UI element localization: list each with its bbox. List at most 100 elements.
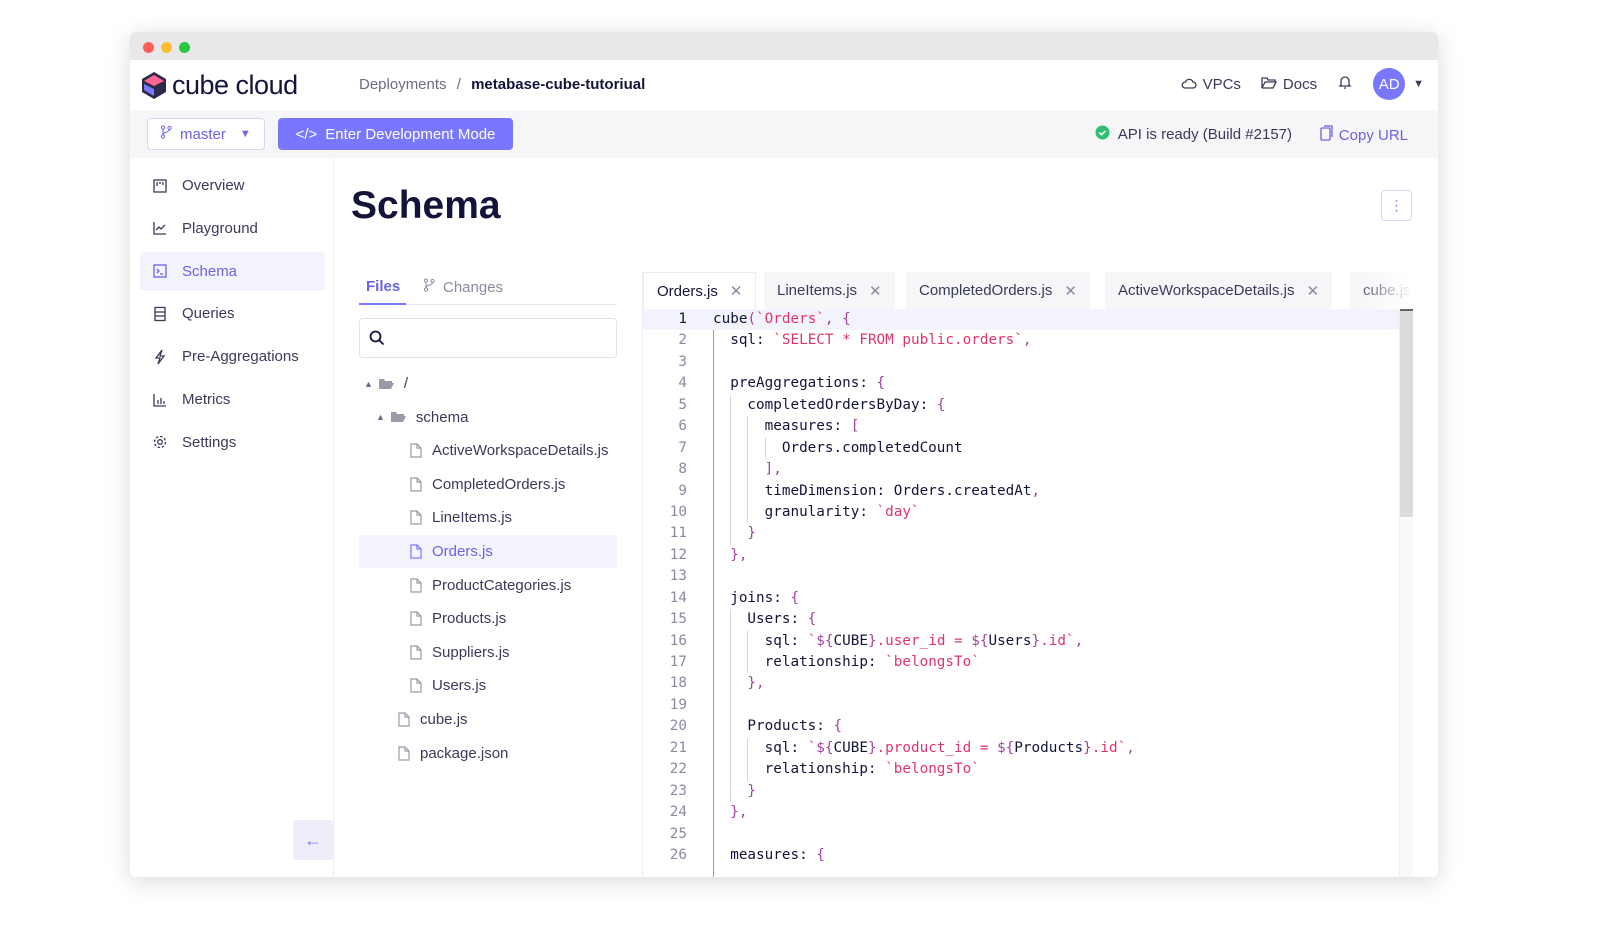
- code-line: 3: [643, 352, 1399, 373]
- editor-tab[interactable]: CompletedOrders.js ✕: [906, 272, 1090, 309]
- code-token: relationship:: [713, 761, 886, 778]
- code-line: 5 completedOrdersByDay: {: [643, 394, 1399, 417]
- chart-line-icon: [152, 220, 168, 236]
- line-number: 1: [678, 311, 687, 327]
- code-text: cube(`Orders`, {: [713, 309, 851, 330]
- sidebar-item-pre-aggregations[interactable]: Pre-Aggregations: [140, 337, 325, 376]
- page-title: Schema: [351, 184, 501, 227]
- code-token: sql:: [713, 332, 774, 349]
- folder-item[interactable]: ▲ /: [359, 367, 617, 400]
- code-text: Orders.completedCount: [713, 438, 963, 459]
- file-icon: [410, 611, 422, 626]
- docs-link[interactable]: Docs: [1261, 76, 1317, 93]
- tree-item-label: /: [403, 375, 409, 392]
- file-icon: [410, 477, 422, 492]
- editor-tab-label: CompletedOrders.js: [919, 282, 1053, 299]
- code-area[interactable]: 1 cube(`Orders`, {2 sql: `SELECT * FROM p…: [643, 309, 1399, 877]
- code-text: sql: `${CUBE}.user_id = ${Users}.id`,: [713, 631, 1084, 652]
- code-token: `day`: [876, 503, 920, 520]
- tree-item-label: Products.js: [432, 610, 507, 628]
- close-tab-icon[interactable]: ✕: [730, 282, 743, 300]
- breadcrumb-deployments[interactable]: Deployments: [359, 76, 447, 93]
- brand-logo[interactable]: cube cloud: [142, 70, 298, 101]
- code-text: completedOrdersByDay: {: [713, 395, 945, 416]
- copy-url-button[interactable]: Copy URL: [1320, 125, 1408, 145]
- editor-scrollbar[interactable]: [1399, 309, 1413, 877]
- app-window: cube cloud Deployments / metabase-cube-t…: [130, 32, 1438, 877]
- breadcrumb-separator: /: [456, 76, 461, 93]
- file-item[interactable]: Orders.js: [359, 535, 617, 568]
- code-line: 20 Products: {: [643, 716, 1399, 738]
- avatar[interactable]: AD: [1373, 68, 1406, 100]
- vpcs-link[interactable]: VPCs: [1181, 76, 1241, 93]
- code-token: cube: [713, 311, 748, 327]
- minimize-window-button[interactable]: [161, 42, 172, 53]
- file-item[interactable]: ProductCategories.js: [359, 569, 617, 602]
- close-window-button[interactable]: [143, 42, 154, 53]
- close-tab-icon[interactable]: ✕: [869, 282, 882, 300]
- sidebar-item-settings[interactable]: Settings: [140, 423, 325, 462]
- caret-up-icon[interactable]: ▲: [364, 379, 373, 389]
- code-line: 21 sql: `${CUBE}.product_id = ${Products…: [643, 737, 1399, 760]
- tab-changes[interactable]: Changes: [423, 278, 503, 296]
- code-token: `belongsTo`: [885, 761, 980, 778]
- more-options-button[interactable]: ⋮: [1381, 190, 1412, 221]
- close-tab-icon[interactable]: ✕: [1064, 282, 1077, 300]
- code-token: (: [747, 311, 757, 327]
- collapse-sidebar-button[interactable]: ←: [293, 820, 333, 860]
- sidebar-item-playground[interactable]: Playground: [140, 209, 325, 248]
- editor-tab[interactable]: ActiveWorkspaceDetails.js ✕: [1105, 272, 1333, 309]
- branch-select[interactable]: master ▼: [147, 118, 265, 150]
- bell-icon[interactable]: [1337, 74, 1353, 94]
- file-item[interactable]: package.json: [359, 737, 617, 770]
- code-line: 8 ],: [643, 459, 1399, 481]
- sidebar-item-label: Playground: [182, 219, 258, 237]
- enter-development-mode-button[interactable]: </> Enter Development Mode: [278, 118, 513, 150]
- folder-item[interactable]: ▲ schema: [359, 401, 617, 434]
- tab-files-label: Files: [366, 278, 401, 295]
- indent-guide: [730, 694, 732, 717]
- user-menu[interactable]: AD ▼: [1373, 68, 1424, 100]
- file-item[interactable]: Users.js: [359, 669, 617, 702]
- code-token: ${: [816, 739, 834, 756]
- editor-tabs: Orders.js ✕ LineItems.js ✕ CompletedOrders.j…: [643, 270, 1413, 309]
- sidebar-item-overview[interactable]: Overview: [140, 166, 325, 205]
- file-item[interactable]: ActiveWorkspaceDetails.js: [359, 434, 617, 467]
- code-line: 23 }: [643, 780, 1399, 803]
- file-search-input[interactable]: [359, 318, 617, 358]
- file-item[interactable]: CompletedOrders.js: [359, 468, 617, 501]
- code-token: .user_id =: [876, 632, 972, 649]
- code-token: sql:: [713, 632, 808, 649]
- code-token: {: [936, 396, 946, 413]
- lightning-icon: [152, 349, 168, 365]
- close-tab-icon[interactable]: ✕: [1306, 282, 1319, 300]
- maximize-window-button[interactable]: [179, 42, 190, 53]
- file-item[interactable]: Suppliers.js: [359, 636, 617, 669]
- caret-up-icon[interactable]: ▲: [376, 412, 385, 422]
- sidebar-item-metrics[interactable]: Metrics: [140, 380, 325, 419]
- code-token: }: [1031, 632, 1041, 649]
- list-icon: [152, 306, 168, 322]
- code-token: Orders.completedCount: [713, 439, 963, 456]
- code-text: measures: [: [713, 416, 860, 437]
- tree-item-label: ActiveWorkspaceDetails.js: [432, 442, 609, 460]
- code-text: }: [713, 781, 756, 802]
- code-editor: Orders.js ✕ LineItems.js ✕ CompletedOrders.j…: [642, 270, 1413, 877]
- code-text: granularity: `day`: [713, 502, 920, 523]
- scrollbar-thumb[interactable]: [1400, 309, 1413, 517]
- tab-files[interactable]: Files: [359, 278, 406, 305]
- editor-tab[interactable]: LineItems.js ✕: [764, 272, 895, 309]
- file-item[interactable]: Products.js: [359, 602, 617, 635]
- code-token: measures:: [713, 418, 851, 435]
- code-token: {: [790, 589, 800, 606]
- sidebar-item-queries[interactable]: Queries: [140, 294, 325, 333]
- code-line: 25: [643, 824, 1399, 845]
- branch-name: master: [180, 125, 226, 143]
- file-item[interactable]: cube.js: [359, 703, 617, 736]
- editor-tab[interactable]: Orders.js ✕: [643, 272, 757, 309]
- file-item[interactable]: LineItems.js: [359, 501, 617, 534]
- code-line: 26 measures: {: [643, 845, 1399, 866]
- code-line: 22 relationship: `belongsTo`: [643, 759, 1399, 781]
- sidebar-item-schema[interactable]: Schema: [140, 251, 325, 291]
- deployment-toolbar: master ▼ </> Enter Development Mode API …: [130, 110, 1438, 158]
